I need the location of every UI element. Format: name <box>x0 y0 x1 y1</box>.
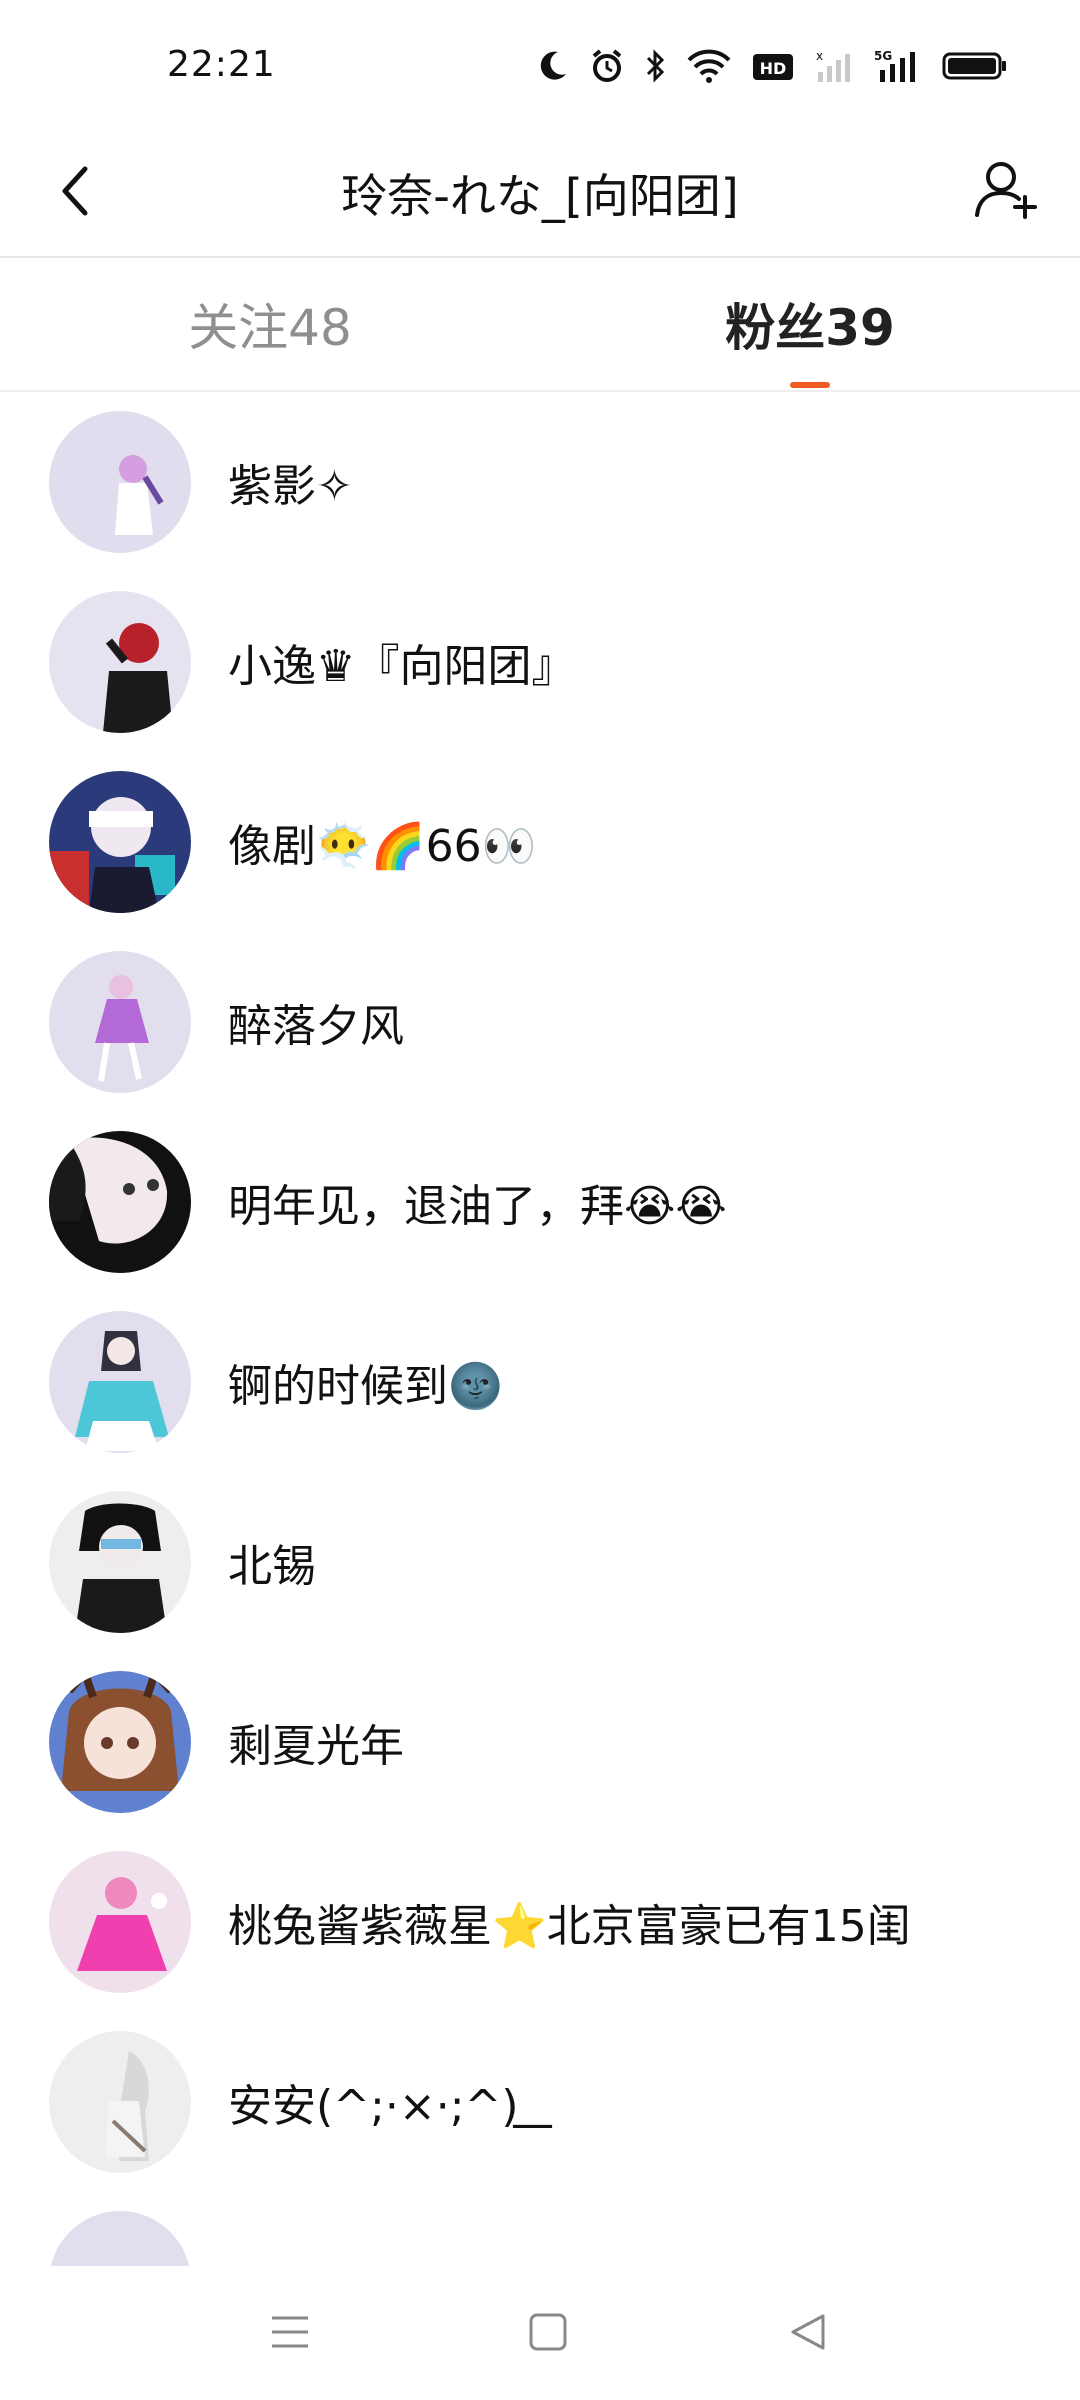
avatar[interactable] <box>49 771 191 913</box>
follower-name: 醉落夕风 <box>228 1001 404 1052</box>
status-time: 22:21 <box>167 44 276 85</box>
list-item[interactable]: 安安(^;·×·;^) ͟ <box>0 2012 1080 2192</box>
svg-text:x: x <box>816 49 823 63</box>
svg-text:5G: 5G <box>874 49 892 63</box>
list-item[interactable]: 锕的时候到🌚 <box>0 1292 1080 1472</box>
add-user-icon <box>975 162 1037 219</box>
follower-name: 桃兔酱紫薇星⭐北京富豪已有15闺 <box>228 1901 911 1952</box>
status-icons: HD x 5G <box>538 48 1008 84</box>
avatar[interactable] <box>49 2211 191 2266</box>
list-item[interactable]: 北锡 <box>0 1472 1080 1652</box>
page-title: 玲奈-れな_[向阳团] <box>341 169 739 223</box>
list-item[interactable]: 小逸♛『向阳团』 <box>0 572 1080 752</box>
active-tab-indicator <box>790 382 830 388</box>
alarm-icon <box>592 49 622 82</box>
follower-name: 小逸♛『向阳团』 <box>228 641 576 692</box>
list-item[interactable]: 剩夏光年 <box>0 1652 1080 1832</box>
menu-icon <box>272 2316 308 2348</box>
status-bar: 22:21 HD x 5G <box>0 0 1080 130</box>
wifi-icon <box>687 49 731 83</box>
home-button[interactable] <box>503 2292 593 2372</box>
hd-icon: HD <box>753 54 793 80</box>
list-item[interactable]: 醉落夕风 <box>0 932 1080 1112</box>
chevron-left-icon <box>62 166 88 216</box>
avatar[interactable] <box>49 1311 191 1453</box>
follower-name: 锕的时候到🌚 <box>228 1361 503 1412</box>
back-icon <box>791 2314 825 2350</box>
signal-icon: x <box>816 49 850 82</box>
avatar[interactable] <box>49 1671 191 1813</box>
system-nav-bar <box>0 2266 1080 2400</box>
list-item[interactable]: 紫影✧ <box>0 392 1080 572</box>
add-user-button[interactable] <box>966 150 1046 230</box>
moon-icon <box>540 51 566 80</box>
follower-name: 北锡 <box>228 1541 316 1592</box>
avatar[interactable] <box>49 1851 191 1993</box>
list-item[interactable]: 明年见，退油了，拜😭😭 <box>0 1112 1080 1292</box>
avatar[interactable] <box>49 1131 191 1273</box>
top-bar: 玲奈-れな_[向阳团] <box>0 130 1080 258</box>
follower-name: 紫影✧ <box>228 461 353 512</box>
back-nav-button[interactable] <box>762 2292 852 2372</box>
home-icon <box>529 2313 567 2351</box>
list-item[interactable]: 桃兔酱紫薇星⭐北京富豪已有15闺 <box>0 1832 1080 2012</box>
follow-tabs: 关注48 粉丝39 <box>0 258 1080 392</box>
follower-name: 安安(^;·×·;^) ͟ <box>228 2081 533 2132</box>
follower-name: 剩夏光年 <box>228 1721 404 1772</box>
avatar[interactable] <box>49 2031 191 2173</box>
list-item[interactable]: 像剧😶‍🌫️🌈66👀 <box>0 752 1080 932</box>
avatar[interactable] <box>49 591 191 733</box>
5g-signal-icon: 5G <box>874 49 915 82</box>
avatar[interactable] <box>49 1491 191 1633</box>
battery-icon <box>942 52 1006 80</box>
avatar[interactable] <box>49 951 191 1093</box>
svg-text:HD: HD <box>760 59 787 78</box>
menu-button[interactable] <box>245 2292 335 2372</box>
bluetooth-icon <box>646 49 665 83</box>
tab-following[interactable]: 关注48 <box>0 258 540 390</box>
avatar[interactable] <box>49 411 191 553</box>
back-button[interactable] <box>40 156 110 226</box>
list-item[interactable] <box>0 2192 1080 2266</box>
tab-followers[interactable]: 粉丝39 <box>540 258 1080 390</box>
follower-name: 像剧😶‍🌫️🌈66👀 <box>228 821 537 872</box>
follower-name: 明年见，退油了，拜😭😭 <box>228 1181 727 1232</box>
follower-list[interactable]: 紫影✧ 小逸♛『向阳团』 像剧😶‍🌫️🌈66👀 醉落夕风 明年见，退油了，拜😭😭… <box>0 392 1080 2266</box>
